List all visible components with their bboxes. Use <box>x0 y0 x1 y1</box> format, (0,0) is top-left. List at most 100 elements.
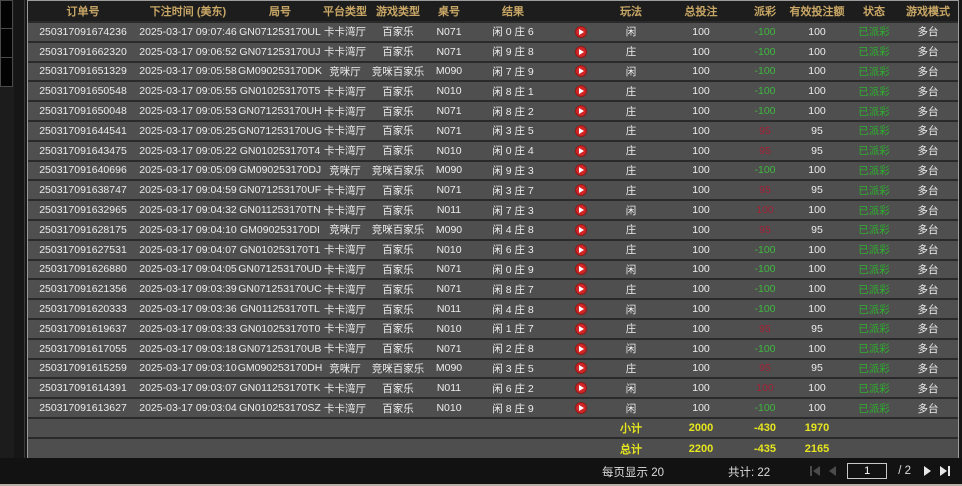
next-page-button[interactable] <box>924 466 931 476</box>
cell-valid-bet: 95 <box>784 142 850 160</box>
cell-total-bet: 100 <box>656 221 746 239</box>
cell-round-number: GN011253170TN <box>238 201 322 219</box>
cell-bet-method: 闲 <box>606 379 656 397</box>
cell-round-number: GN011253170TK <box>238 379 322 397</box>
cell-game-mode: 多台 <box>898 162 958 180</box>
cell-table-number: N071 <box>428 261 470 279</box>
play-video-button[interactable] <box>575 46 587 58</box>
play-video-button[interactable] <box>575 303 587 315</box>
cell-order-number: 250317091643475 <box>28 142 138 160</box>
cell-total-bet: 100 <box>656 23 746 41</box>
cell-status: 已派彩 <box>850 162 898 180</box>
col-header-method: 玩法 <box>606 1 656 21</box>
cell-order-number: 250317091627531 <box>28 241 138 259</box>
play-video-button[interactable] <box>575 85 587 97</box>
cell-platform: 卡卡湾厅 <box>322 43 368 61</box>
page-number-input[interactable] <box>847 463 887 479</box>
play-video-button[interactable] <box>575 382 587 394</box>
cell-order-number: 250317091651329 <box>28 63 138 81</box>
cell-bet-time: 2025-03-17 09:03:07 <box>138 379 238 397</box>
cell-play <box>556 340 606 358</box>
prev-page-button[interactable] <box>829 466 836 476</box>
table-row: 250317091620333 2025-03-17 09:03:36 GN01… <box>28 300 958 320</box>
cell-status: 已派彩 <box>850 43 898 61</box>
cell-payout: 95 <box>746 142 784 160</box>
cell-game-type: 竞咪百家乐 <box>368 162 428 180</box>
cell-status: 已派彩 <box>850 82 898 100</box>
cell-status: 已派彩 <box>850 379 898 397</box>
table-row: 250317091640696 2025-03-17 09:05:09 GM09… <box>28 162 958 182</box>
cell-table-number: M090 <box>428 221 470 239</box>
cell-status: 已派彩 <box>850 221 898 239</box>
play-icon <box>579 346 584 352</box>
first-page-button[interactable] <box>810 466 820 476</box>
play-video-button[interactable] <box>575 283 587 295</box>
cell-payout: -100 <box>746 63 784 81</box>
cell-round-number: GN071253170UF <box>238 181 322 199</box>
grand-total-total-bet: 2200 <box>656 439 746 459</box>
last-page-button[interactable] <box>940 466 950 476</box>
play-video-button[interactable] <box>575 224 587 236</box>
panel-divider <box>24 0 25 458</box>
cell-bet-method: 庄 <box>606 82 656 100</box>
play-icon <box>579 88 584 94</box>
cell-bet-time: 2025-03-17 09:03:18 <box>138 340 238 358</box>
cell-game-mode: 多台 <box>898 43 958 61</box>
cell-table-number: N071 <box>428 102 470 120</box>
cell-status: 已派彩 <box>850 23 898 41</box>
play-video-button[interactable] <box>575 402 587 414</box>
cell-play <box>556 320 606 338</box>
cell-platform: 卡卡湾厅 <box>322 82 368 100</box>
play-video-button[interactable] <box>575 263 587 275</box>
cell-valid-bet: 100 <box>784 261 850 279</box>
play-video-button[interactable] <box>575 362 587 374</box>
cell-result: 闲 3 庄 5 <box>470 360 556 378</box>
play-video-button[interactable] <box>575 105 587 117</box>
play-video-button[interactable] <box>575 184 587 196</box>
cell-order-number: 250317091613627 <box>28 399 138 417</box>
cell-round-number: GM090253170DH <box>238 360 322 378</box>
cell-platform: 卡卡湾厅 <box>322 201 368 219</box>
left-panel-cell <box>0 29 13 58</box>
cell-play <box>556 280 606 298</box>
play-video-button[interactable] <box>575 323 587 335</box>
cell-game-type: 百家乐 <box>368 23 428 41</box>
play-video-button[interactable] <box>575 26 587 38</box>
cell-bet-method: 庄 <box>606 280 656 298</box>
cell-order-number: 250317091644541 <box>28 122 138 140</box>
cell-total-bet: 100 <box>656 340 746 358</box>
play-video-button[interactable] <box>575 145 587 157</box>
play-icon <box>579 29 584 35</box>
cell-platform: 卡卡湾厅 <box>322 181 368 199</box>
cell-bet-method: 闲 <box>606 63 656 81</box>
cell-game-mode: 多台 <box>898 340 958 358</box>
cell-order-number: 250317091650048 <box>28 102 138 120</box>
table-row: 250317091614391 2025-03-17 09:03:07 GN01… <box>28 379 958 399</box>
cell-platform: 竞咪厅 <box>322 360 368 378</box>
play-video-button[interactable] <box>575 164 587 176</box>
play-icon <box>579 405 584 411</box>
records-table: 订单号 下注时间 (美东) 局号 平台类型 游戏类型 桌号 结果 玩法 总投注 … <box>27 0 959 458</box>
cell-status: 已派彩 <box>850 142 898 160</box>
cell-valid-bet: 95 <box>784 360 850 378</box>
cell-table-number: N011 <box>428 201 470 219</box>
play-video-button[interactable] <box>575 65 587 77</box>
cell-payout: 100 <box>746 201 784 219</box>
cell-round-number: GN071253170UL <box>238 23 322 41</box>
cell-result: 闲 6 庄 3 <box>470 241 556 259</box>
play-video-button[interactable] <box>575 244 587 256</box>
cell-payout: -100 <box>746 82 784 100</box>
cell-valid-bet: 100 <box>784 399 850 417</box>
cell-status: 已派彩 <box>850 181 898 199</box>
table-row: 250317091628175 2025-03-17 09:04:10 GM09… <box>28 221 958 241</box>
cell-order-number: 250317091650548 <box>28 82 138 100</box>
cell-result: 闲 9 庄 3 <box>470 162 556 180</box>
cell-game-type: 百家乐 <box>368 320 428 338</box>
cell-table-number: N010 <box>428 142 470 160</box>
play-video-button[interactable] <box>575 125 587 137</box>
play-video-button[interactable] <box>575 343 587 355</box>
play-video-button[interactable] <box>575 204 587 216</box>
cell-game-mode: 多台 <box>898 221 958 239</box>
cell-result: 闲 0 庄 6 <box>470 23 556 41</box>
cell-game-type: 百家乐 <box>368 82 428 100</box>
